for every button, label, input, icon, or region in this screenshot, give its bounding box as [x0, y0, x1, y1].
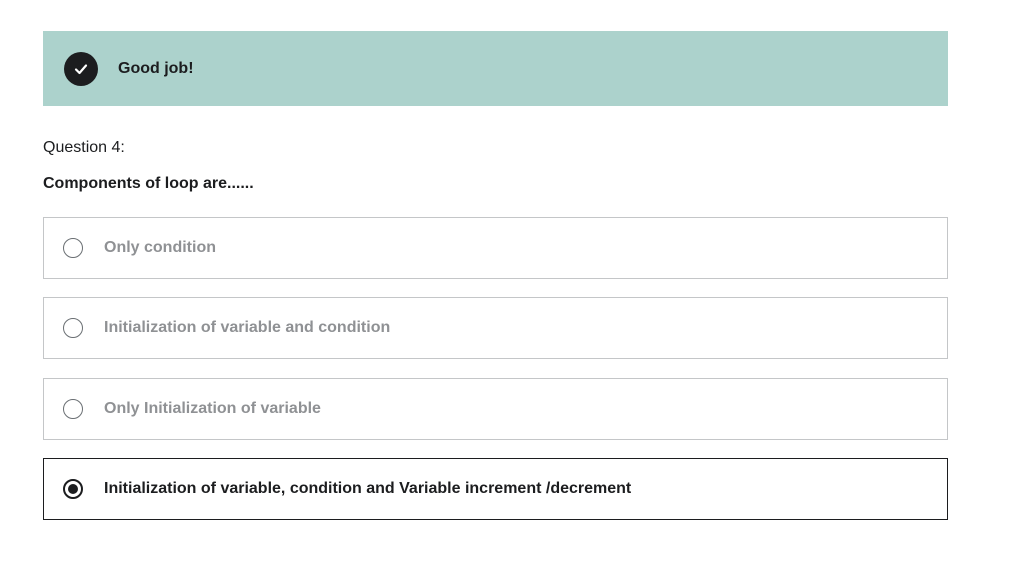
radio-selected-dot: [68, 484, 78, 494]
radio-button[interactable]: [63, 238, 83, 258]
radio-button[interactable]: [63, 399, 83, 419]
answer-option-label: Initialization of variable and condition: [104, 319, 391, 336]
feedback-banner: Good job!: [43, 31, 948, 106]
radio-button[interactable]: [63, 318, 83, 338]
radio-button-selected[interactable]: [63, 479, 83, 499]
answer-option-label: Only Initialization of variable: [104, 400, 321, 417]
check-circle-icon: [64, 51, 98, 86]
answer-option-2[interactable]: Initialization of variable and condition: [43, 297, 948, 359]
question-number: Question 4:: [43, 139, 125, 156]
answer-option-label: Only condition: [104, 239, 216, 256]
answer-option-3[interactable]: Only Initialization of variable: [43, 378, 948, 440]
answer-option-4[interactable]: Initialization of variable, condition an…: [43, 458, 948, 520]
answer-option-label: Initialization of variable, condition an…: [104, 480, 632, 497]
feedback-message: Good job!: [118, 59, 194, 77]
question-prompt: Components of loop are......: [43, 175, 254, 192]
answer-option-1[interactable]: Only condition: [43, 217, 948, 279]
